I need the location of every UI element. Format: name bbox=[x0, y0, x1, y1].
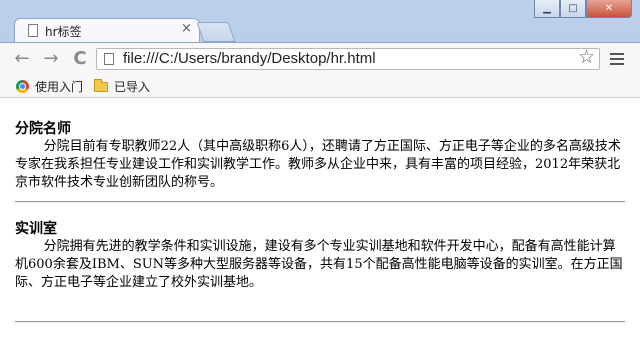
section-labs: 实训室 分院拥有先进的教学条件和实训设施，建设有多个专业实训基地和软件开发中心，… bbox=[15, 220, 625, 292]
forward-button[interactable]: → bbox=[41, 49, 61, 69]
divider bbox=[15, 321, 625, 323]
divider bbox=[15, 201, 625, 203]
page-content: 分院名师 分院目前有专职教师22人（其中高级职称6人），还聘请了方正国际、方正电… bbox=[0, 98, 640, 360]
bookmarks-bar: 使用入门 已导入 bbox=[0, 75, 640, 98]
toolbar: ← → C file:///C:/Users/brandy/Desktop/hr… bbox=[0, 42, 640, 75]
section-heading: 实训室 bbox=[15, 221, 57, 237]
back-button[interactable]: ← bbox=[12, 49, 32, 69]
bookmark-label: 已导入 bbox=[114, 80, 151, 94]
close-tab-icon[interactable]: × bbox=[181, 21, 192, 36]
reload-button[interactable]: C bbox=[70, 49, 90, 69]
section-text: 分院目前有专职教师22人（其中高级职称6人），还聘请了方正国际、方正电子等企业的… bbox=[15, 139, 621, 190]
bookmark-label: 使用入门 bbox=[35, 80, 84, 94]
page-icon bbox=[104, 53, 114, 65]
section-text: 分院拥有先进的教学条件和实训设施，建设有多个专业实训基地和软件开发中心，配备有高… bbox=[15, 239, 623, 290]
url-text: file:///C:/Users/brandy/Desktop/hr.html bbox=[123, 50, 376, 67]
tab-title: hr标签 bbox=[45, 25, 82, 39]
minimize-button[interactable]: ▁ bbox=[534, 0, 560, 18]
chrome-icon bbox=[16, 80, 29, 93]
page-icon bbox=[28, 24, 38, 37]
address-bar[interactable]: file:///C:/Users/brandy/Desktop/hr.html bbox=[96, 48, 600, 70]
bookmark-star-icon[interactable]: ☆ bbox=[578, 47, 595, 67]
close-button[interactable]: ✕ bbox=[586, 0, 632, 18]
bookmark-getting-started[interactable]: 使用入门 bbox=[16, 78, 83, 95]
menu-icon[interactable] bbox=[610, 53, 624, 68]
section-teachers: 分院名师 分院目前有专职教师22人（其中高级职称6人），还聘请了方正国际、方正电… bbox=[15, 120, 625, 192]
section-heading: 分院名师 bbox=[15, 121, 71, 137]
tab-hr[interactable]: hr标签 × bbox=[14, 18, 200, 42]
maximize-button[interactable]: □ bbox=[560, 0, 586, 18]
browser-window: hr标签 × ▁ □ ✕ ← → C file:///C:/Users/bran… bbox=[0, 0, 640, 360]
window-controls: ▁ □ ✕ bbox=[534, 0, 634, 20]
bookmark-imported[interactable]: 已导入 bbox=[94, 78, 150, 95]
new-tab-button[interactable] bbox=[196, 22, 236, 42]
folder-icon bbox=[94, 78, 108, 92]
title-bar: hr标签 × ▁ □ ✕ bbox=[0, 0, 640, 42]
